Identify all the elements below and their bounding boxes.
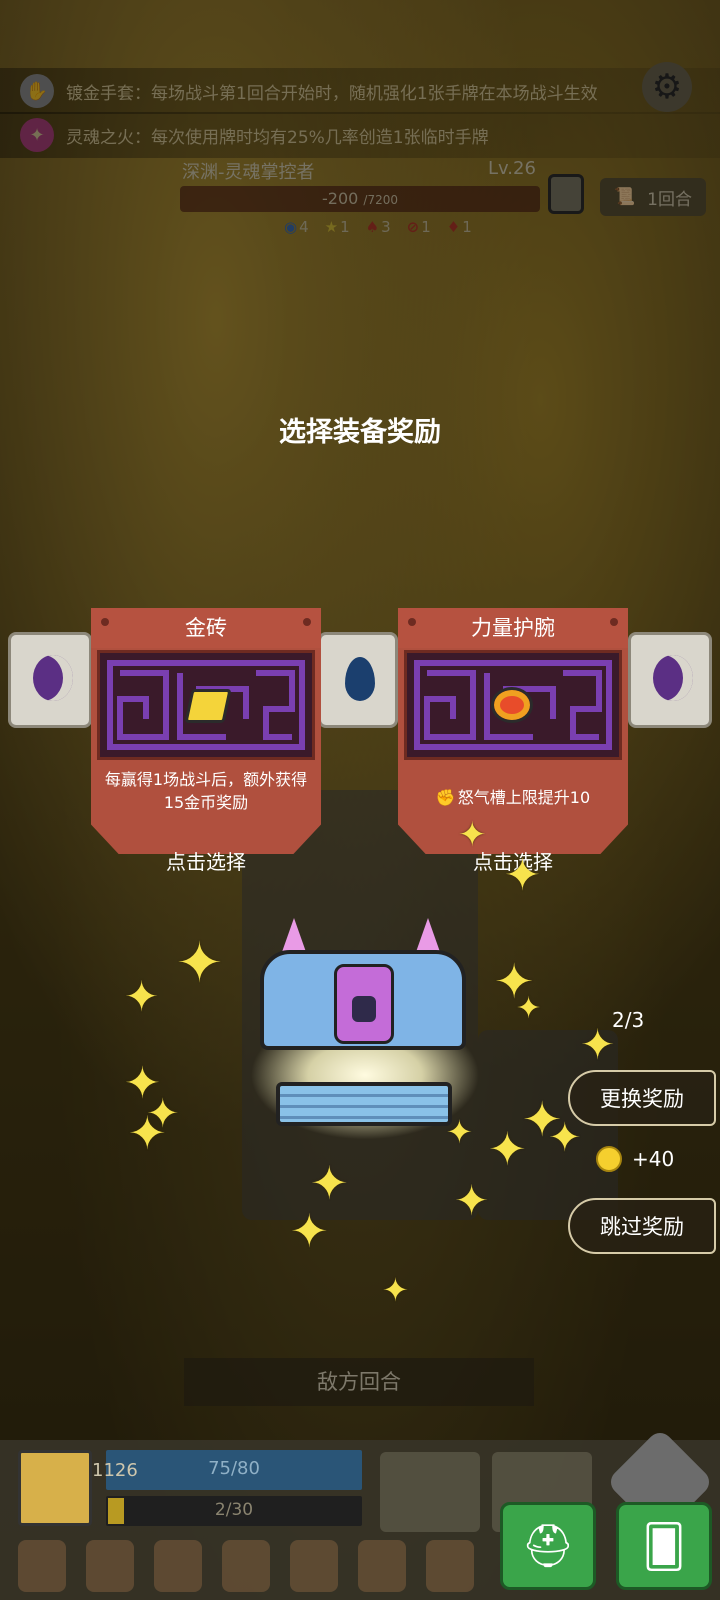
sparkle-icon: ✦ (454, 1176, 490, 1225)
reward-card-gold-brick[interactable]: 金砖 每赢得1场战斗后，额外获得15金币奖励 (91, 608, 321, 854)
rivet (610, 618, 618, 626)
sparkle-icon: ✦ (128, 1106, 167, 1160)
sparkle-icon: ✦ (516, 991, 542, 1026)
reward-card-desc: 每赢得1场战斗后，额外获得15金币奖励 (104, 770, 308, 812)
gold-brick-icon (184, 689, 232, 723)
relic-bar (18, 1540, 474, 1592)
relic-slot[interactable] (18, 1540, 66, 1592)
chest-spike (416, 918, 440, 952)
player-avatar[interactable] (18, 1450, 92, 1526)
sparkle-icon: ✦ (310, 1156, 349, 1210)
reward-card-name: 力量护腕 (398, 608, 628, 648)
reward-counter: 2/3 (612, 1008, 645, 1032)
relic-slot[interactable] (358, 1540, 406, 1592)
player-shield-value: 1126 (92, 1460, 138, 1481)
helmet-icon: ⛑ (521, 1521, 575, 1570)
rivet (303, 618, 311, 626)
moon-icon (653, 655, 693, 701)
sparkle-icon: ✦ (580, 1020, 616, 1069)
reward-card-desc: 怒气槽上限提升10 (457, 788, 591, 807)
relic-slot[interactable] (154, 1540, 202, 1592)
deck-cards-button[interactable]: 🂠 (616, 1502, 712, 1590)
rivet (408, 618, 416, 626)
lock-icon (352, 996, 376, 1022)
player-hp-text: 75/80 (208, 1458, 260, 1479)
card-slot[interactable] (380, 1452, 480, 1532)
moon-icon (33, 655, 73, 701)
player-rage-text: 2/30 (214, 1500, 254, 1520)
reward-card-art (404, 650, 622, 760)
chest-spike (282, 918, 306, 952)
relic-slot[interactable] (426, 1540, 474, 1592)
skip-reward-button[interactable]: 跳过奖励 (568, 1198, 716, 1254)
water-drop-icon (345, 657, 375, 701)
reward-card-art (97, 650, 315, 760)
tap-to-select-label[interactable]: 点击选择 (91, 846, 321, 875)
sparkle-icon: ✦ (504, 850, 541, 901)
sparkle-icon: ✦ (124, 972, 160, 1021)
enemy-turn-indicator: 敌方回合 (184, 1358, 534, 1406)
sparkle-icon: ✦ (382, 1271, 409, 1309)
relic-slot[interactable] (222, 1540, 270, 1592)
fist-icon: ✊ (435, 788, 456, 807)
relic-slot[interactable] (86, 1540, 134, 1592)
sparkle-icon: ✦ (458, 815, 487, 855)
side-card-water (318, 632, 398, 728)
cards-icon: 🂠 (642, 1521, 686, 1571)
coin-icon (596, 1146, 622, 1172)
side-card-moon (8, 632, 92, 728)
reward-title: 选择装备奖励 (279, 417, 441, 448)
reward-card-power-bracer[interactable]: 力量护腕 ✊ 怒气槽上限提升10 (398, 608, 628, 854)
relic-slot[interactable] (290, 1540, 338, 1592)
equipment-helmet-button[interactable]: ⛑ (500, 1502, 596, 1590)
coin-bonus-value: +40 (632, 1147, 675, 1171)
reward-card-desc-row: ✊ 怒气槽上限提升10 (406, 786, 620, 809)
bracer-icon (491, 687, 533, 723)
treasure-chest-icon (260, 950, 466, 1050)
sparkle-icon: ✦ (446, 1113, 473, 1151)
sparkle-icon: ✦ (488, 1122, 527, 1176)
sparkle-icon: ✦ (548, 1115, 582, 1161)
sparkle-icon: ✦ (290, 1204, 329, 1258)
change-reward-button[interactable]: 更换奖励 (568, 1070, 716, 1126)
rivet (101, 618, 109, 626)
reward-card-name: 金砖 (91, 608, 321, 648)
sparkle-icon: ✦ (176, 931, 223, 996)
coin-bonus: +40 (596, 1146, 674, 1172)
side-card-moon (628, 632, 712, 728)
chest-base (276, 1082, 452, 1126)
